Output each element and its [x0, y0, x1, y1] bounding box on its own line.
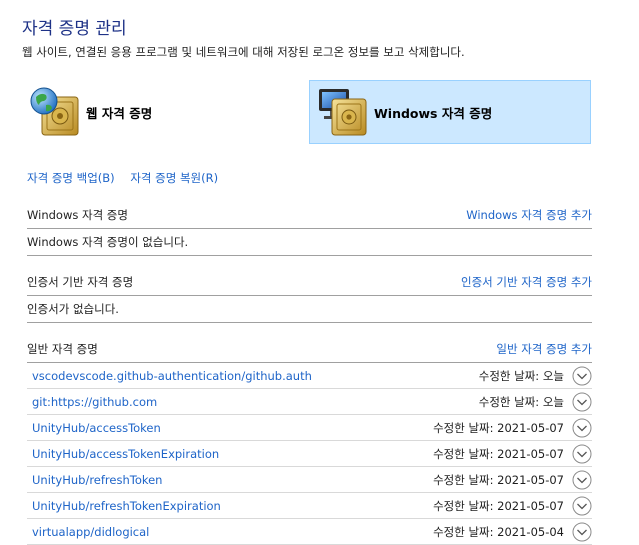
certificate-credentials-section: 인증서 기반 자격 증명 인증서 기반 자격 증명 추가 인증서가 없습니다. [27, 269, 592, 323]
add-windows-credential-link[interactable]: Windows 자격 증명 추가 [466, 207, 592, 223]
windows-credentials-empty-text: Windows 자격 증명이 없습니다. [27, 229, 592, 256]
credential-row[interactable]: virtualapp/didlogical 수정한 날짜: 2021-05-04 [27, 519, 592, 545]
windows-credentials-header: Windows 자격 증명 Windows 자격 증명 추가 [27, 202, 592, 229]
windows-credentials-tab[interactable]: Windows 자격 증명 [309, 80, 591, 144]
windows-credentials-section: Windows 자격 증명 Windows 자격 증명 추가 Windows 자… [27, 202, 592, 256]
expand-chevron-icon[interactable] [572, 418, 592, 438]
expand-chevron-icon[interactable] [572, 392, 592, 412]
add-certificate-credential-link[interactable]: 인증서 기반 자격 증명 추가 [461, 274, 592, 290]
expand-chevron-icon[interactable] [572, 444, 592, 464]
windows-credentials-vault-icon [316, 85, 370, 139]
credential-name: virtualapp/didlogical [32, 524, 150, 539]
credential-modified-date: 수정한 날짜: 2021-05-07 [433, 498, 564, 513]
web-credentials-vault-icon [28, 85, 82, 139]
credential-modified-date: 수정한 날짜: 2021-05-07 [433, 446, 564, 461]
generic-credentials-section: 일반 자격 증명 일반 자격 증명 추가 vscodevscode.github… [27, 336, 592, 545]
credential-modified-date: 수정한 날짜: 오늘 [478, 368, 564, 383]
credential-name: vscodevscode.github-authentication/githu… [32, 368, 312, 383]
page-subtitle: 웹 사이트, 연결된 응용 프로그램 및 네트워크에 대해 저장된 로그온 정보… [22, 45, 465, 59]
credential-modified-date: 수정한 날짜: 오늘 [478, 394, 564, 409]
certificate-credentials-empty-text: 인증서가 없습니다. [27, 296, 592, 323]
credential-row[interactable]: UnityHub/refreshToken 수정한 날짜: 2021-05-07 [27, 467, 592, 493]
expand-chevron-icon[interactable] [572, 366, 592, 386]
generic-credentials-heading: 일반 자격 증명 [27, 342, 98, 356]
credential-row[interactable]: UnityHub/refreshTokenExpiration 수정한 날짜: … [27, 493, 592, 519]
credential-name: UnityHub/accessToken [32, 420, 161, 435]
backup-credentials-link[interactable]: 자격 증명 백업(B) [27, 171, 115, 185]
credential-modified-date: 수정한 날짜: 2021-05-07 [433, 420, 564, 435]
credential-name: git:https://github.com [32, 394, 158, 409]
credential-name: UnityHub/refreshTokenExpiration [32, 498, 221, 513]
generic-credentials-header: 일반 자격 증명 일반 자격 증명 추가 [27, 336, 592, 363]
backup-restore-links: 자격 증명 백업(B) 자격 증명 복원(R) [27, 170, 230, 186]
certificate-credentials-header: 인증서 기반 자격 증명 인증서 기반 자격 증명 추가 [27, 269, 592, 296]
credential-name: UnityHub/accessTokenExpiration [32, 446, 220, 461]
expand-chevron-icon[interactable] [572, 496, 592, 516]
web-credentials-tab[interactable]: 웹 자격 증명 [28, 80, 298, 144]
add-generic-credential-link[interactable]: 일반 자격 증명 추가 [496, 341, 592, 357]
credential-row[interactable]: UnityHub/accessTokenExpiration 수정한 날짜: 2… [27, 441, 592, 467]
windows-credentials-heading: Windows 자격 증명 [27, 208, 128, 222]
web-credentials-label: 웹 자격 증명 [86, 105, 153, 121]
expand-chevron-icon[interactable] [572, 470, 592, 490]
expand-chevron-icon[interactable] [572, 522, 592, 542]
page-title: 자격 증명 관리 [22, 19, 127, 39]
certificate-credentials-heading: 인증서 기반 자격 증명 [27, 275, 134, 289]
windows-credentials-label: Windows 자격 증명 [374, 105, 493, 121]
credential-modified-date: 수정한 날짜: 2021-05-04 [433, 524, 564, 539]
credential-name: UnityHub/refreshToken [32, 472, 163, 487]
credential-row[interactable]: UnityHub/accessToken 수정한 날짜: 2021-05-07 [27, 415, 592, 441]
credential-row[interactable]: git:https://github.com 수정한 날짜: 오늘 [27, 389, 592, 415]
credential-row[interactable]: vscodevscode.github-authentication/githu… [27, 363, 592, 389]
restore-credentials-link[interactable]: 자격 증명 복원(R) [130, 171, 218, 185]
credential-modified-date: 수정한 날짜: 2021-05-07 [433, 472, 564, 487]
